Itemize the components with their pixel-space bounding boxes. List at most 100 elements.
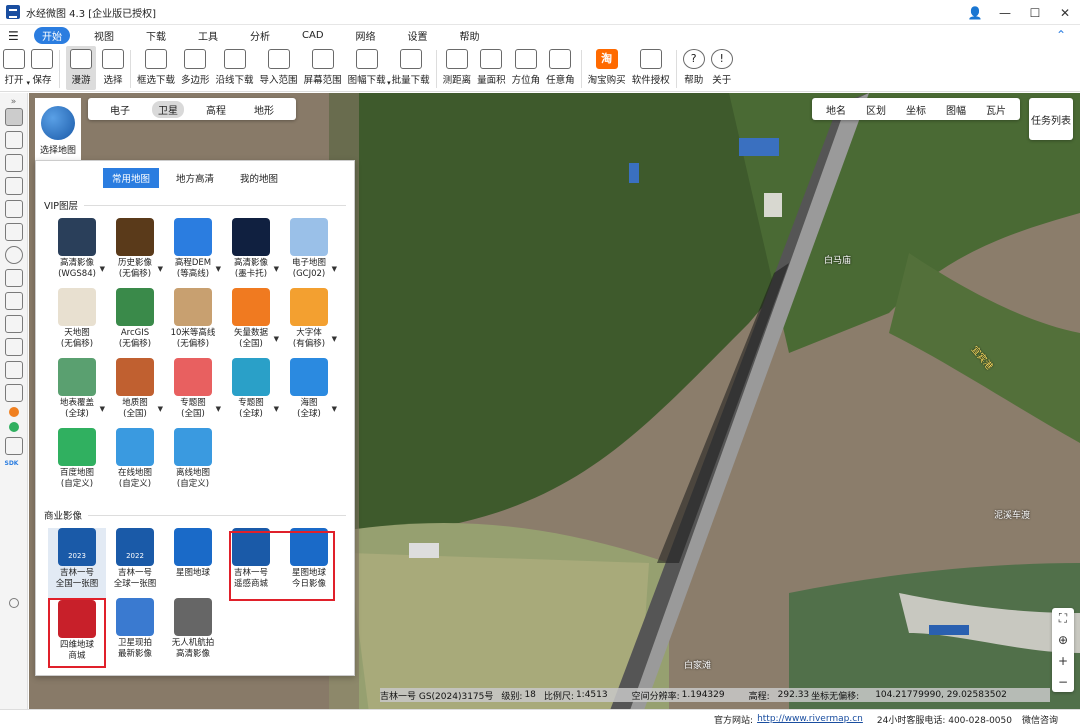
menu-view[interactable]: 视图 bbox=[86, 27, 122, 44]
circle-tool-icon[interactable] bbox=[4, 246, 23, 264]
site-link[interactable]: http://www.rivermap.cn bbox=[757, 714, 863, 724]
select-tool-icon[interactable] bbox=[4, 131, 23, 149]
map-source-tile[interactable]: 专题图 (全国) ▼ bbox=[164, 358, 222, 428]
map-source-tile[interactable]: 星图地球 bbox=[164, 528, 222, 598]
help-circle-icon[interactable] bbox=[8, 598, 19, 608]
zoom-out-button[interactable]: − bbox=[1058, 675, 1068, 689]
chevron-down-icon[interactable]: ▼ bbox=[332, 335, 337, 343]
online-icon[interactable] bbox=[8, 422, 19, 432]
map-source-tile[interactable]: 历史影像 (无偏移) ▼ bbox=[106, 218, 164, 288]
map-source-tile[interactable]: ArcGIS (无偏移) bbox=[106, 288, 164, 358]
minimize-button[interactable]: — bbox=[990, 0, 1020, 25]
collapse-ribbon-icon[interactable]: ⌃ bbox=[1056, 28, 1066, 42]
map-source-tile[interactable]: 地表覆盖 (全球) ▼ bbox=[48, 358, 106, 428]
chevron-down-icon[interactable]: ▼ bbox=[100, 265, 105, 273]
layer-tiles[interactable]: 瓦片 bbox=[986, 102, 1006, 117]
map-type-satellite[interactable]: 卫星 bbox=[152, 100, 184, 118]
line-tool-icon[interactable] bbox=[4, 177, 23, 195]
toolbar-line-download-button[interactable]: 沿线下载 bbox=[216, 46, 254, 90]
chevron-down-icon[interactable]: ▼ bbox=[274, 335, 279, 343]
hamburger-menu-icon[interactable]: ☰ bbox=[8, 29, 26, 43]
map-source-tile[interactable]: 无人机航拍 高清影像 bbox=[164, 598, 222, 668]
map-type-vector[interactable]: 电子 bbox=[104, 101, 136, 118]
menu-cad[interactable]: CAD bbox=[294, 29, 332, 42]
map-source-tile[interactable]: 百度地图 (自定义) bbox=[48, 428, 106, 498]
map-source-tile[interactable]: 地质图 (全国) ▼ bbox=[106, 358, 164, 428]
stack-tool-icon[interactable] bbox=[4, 338, 23, 356]
toolbar-angle-button[interactable]: 任意角 bbox=[546, 46, 575, 90]
map-source-tile[interactable]: 离线地图 (自定义) bbox=[164, 428, 222, 498]
measure-tool-icon[interactable] bbox=[4, 361, 23, 379]
map-source-tile[interactable]: 10米等高线 (无偏移) bbox=[164, 288, 222, 358]
map-source-tile[interactable]: 矢量数据 (全国) ▼ bbox=[222, 288, 280, 358]
map-source-tile[interactable]: 专题图 (全球) ▼ bbox=[222, 358, 280, 428]
toolbar-hand-button[interactable]: 漫游 bbox=[66, 46, 96, 90]
area-tool-icon[interactable] bbox=[4, 200, 23, 218]
fullscreen-icon[interactable]: ⛶ bbox=[1059, 611, 1067, 626]
chevron-down-icon[interactable]: ▼ bbox=[216, 265, 221, 273]
toolbar-batch-download-button[interactable]: 批量下载 bbox=[392, 46, 430, 90]
tab-my-maps[interactable]: 我的地图 bbox=[231, 168, 287, 188]
wechat-button[interactable]: 微信咨询 bbox=[1022, 713, 1058, 726]
map-source-tile[interactable]: 2022 吉林一号 全球一张图 bbox=[106, 528, 164, 598]
close-button[interactable]: ✕ bbox=[1050, 0, 1080, 25]
map-source-tile[interactable]: 海图 (全球) ▼ bbox=[280, 358, 338, 428]
map-source-tile[interactable]: 电子地图 (GCJ02) ▼ bbox=[280, 218, 338, 288]
toolbar-polygon-button[interactable]: 多边形 bbox=[181, 46, 210, 90]
map-source-tile[interactable]: 高清影像 (WGS84) ▼ bbox=[48, 218, 106, 288]
toolbar-import-range-button[interactable]: 导入范围 bbox=[260, 46, 298, 90]
toolbar-pointer-button[interactable]: 选择 bbox=[102, 46, 124, 90]
map-source-tile[interactable]: 高程DEM (等高线) ▼ bbox=[164, 218, 222, 288]
toolbar-info-button[interactable]: ! 关于 bbox=[710, 46, 733, 90]
toolbar-folder-button[interactable]: 打开 ▾ bbox=[3, 46, 30, 90]
chevron-down-icon[interactable]: ▼ bbox=[100, 405, 105, 413]
menu-help[interactable]: 帮助 bbox=[452, 27, 488, 44]
pan-tool-icon[interactable] bbox=[4, 108, 23, 126]
toolbar-ruler-button[interactable]: 测距离 bbox=[443, 46, 471, 90]
export-tool-icon[interactable] bbox=[4, 384, 23, 402]
rectangle-tool-icon[interactable] bbox=[4, 223, 23, 241]
map-type-terrain[interactable]: 地形 bbox=[248, 101, 280, 118]
expand-icon[interactable]: » bbox=[5, 97, 23, 107]
tab-common-maps[interactable]: 常用地图 bbox=[102, 168, 159, 188]
chevron-down-icon[interactable]: ▾ bbox=[26, 79, 30, 87]
toolbar-box-select-download-button[interactable]: 框选下载 bbox=[137, 46, 175, 90]
chevron-down-icon[interactable]: ▼ bbox=[158, 265, 163, 273]
chevron-down-icon[interactable]: ▼ bbox=[332, 405, 337, 413]
phone-icon[interactable] bbox=[4, 437, 23, 455]
menu-start[interactable]: 开始 bbox=[34, 27, 70, 44]
sector-tool-icon[interactable] bbox=[4, 269, 23, 287]
point-tool-icon[interactable] bbox=[4, 154, 23, 172]
menu-settings[interactable]: 设置 bbox=[400, 27, 436, 44]
locate-icon[interactable]: ⊕ bbox=[1058, 633, 1068, 647]
toolbar-help-button[interactable]: ? 帮助 bbox=[682, 46, 705, 90]
chevron-down-icon[interactable]: ▼ bbox=[158, 405, 163, 413]
sdk-icon[interactable]: SDK bbox=[5, 460, 23, 478]
toolbar-taobao-button[interactable]: 淘淘宝购买 bbox=[588, 46, 626, 90]
text-tool-icon[interactable] bbox=[4, 292, 23, 310]
map-source-tile[interactable]: 四维地球 商城 bbox=[48, 598, 106, 668]
layer-tool-icon[interactable] bbox=[4, 315, 23, 333]
toolbar-area-button[interactable]: 量面积 bbox=[477, 46, 506, 90]
menu-download[interactable]: 下载 bbox=[138, 27, 174, 44]
chevron-down-icon[interactable]: ▼ bbox=[274, 265, 279, 273]
layer-divisions[interactable]: 区划 bbox=[866, 102, 886, 117]
menu-network[interactable]: 网络 bbox=[348, 27, 384, 44]
tab-local-hd[interactable]: 地方高清 bbox=[167, 168, 223, 188]
map-source-tile[interactable]: 天地图 (无偏移) bbox=[48, 288, 106, 358]
map-source-tile[interactable]: 大字体 (有偏移) ▼ bbox=[280, 288, 338, 358]
map-source-tile[interactable]: 2023 吉林一号 全国一张图 bbox=[48, 528, 106, 598]
theme-icon[interactable] bbox=[8, 407, 19, 417]
map-source-tile[interactable]: 高清影像 (墨卡托) ▼ bbox=[222, 218, 280, 288]
layer-placenames[interactable]: 地名 bbox=[826, 102, 846, 117]
toolbar-screen-range-button[interactable]: 屏幕范围 bbox=[304, 46, 342, 90]
layer-coordinates[interactable]: 坐标 bbox=[906, 102, 926, 117]
chevron-down-icon[interactable]: ▾ bbox=[387, 79, 391, 87]
menu-analysis[interactable]: 分析 bbox=[242, 27, 278, 44]
chevron-down-icon[interactable]: ▼ bbox=[216, 405, 221, 413]
menu-tools[interactable]: 工具 bbox=[190, 27, 226, 44]
map-type-elevation[interactable]: 高程 bbox=[200, 101, 232, 118]
chevron-down-icon[interactable]: ▼ bbox=[332, 265, 337, 273]
maximize-button[interactable]: ☐ bbox=[1020, 0, 1050, 25]
toolbar-azimuth-button[interactable]: 方位角 bbox=[512, 46, 540, 90]
